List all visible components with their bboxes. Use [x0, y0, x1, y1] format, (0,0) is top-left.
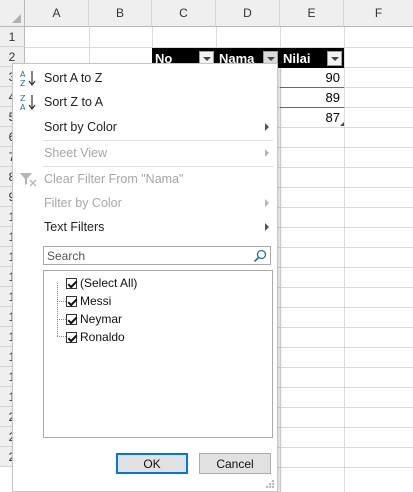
- select-all-corner[interactable]: [0, 0, 25, 27]
- column-header-c[interactable]: C: [152, 0, 216, 27]
- spreadsheet: A B C D E F 1 2 3 4 5 6 7 8 9 1 1 1 1 1 …: [0, 0, 413, 492]
- chevron-down-icon: [202, 56, 211, 61]
- search-placeholder: Search: [47, 248, 86, 263]
- sheet-view-label: Sheet View: [44, 146, 108, 160]
- menu-item-clear-filter: Clear Filter From "Nama": [13, 167, 277, 191]
- cancel-button[interactable]: Cancel: [199, 453, 271, 474]
- checkbox[interactable]: [66, 295, 77, 307]
- list-item[interactable]: Ronaldo: [66, 328, 125, 346]
- grid-line: [344, 27, 345, 492]
- chevron-right-icon: [265, 223, 269, 231]
- list-item-label: Neymar: [80, 312, 123, 326]
- svg-text:Z: Z: [20, 79, 26, 87]
- tree-line: [57, 319, 66, 320]
- menu-item-sort-z-to-a[interactable]: Z A Sort Z to A: [13, 90, 277, 114]
- ok-button[interactable]: OK: [116, 453, 188, 474]
- column-header-e[interactable]: E: [280, 0, 344, 27]
- svg-text:A: A: [20, 103, 26, 111]
- tree-line: [57, 283, 58, 336]
- row-header[interactable]: 1: [0, 27, 25, 47]
- clear-filter-icon: [20, 173, 37, 187]
- chevron-right-icon: [265, 199, 269, 207]
- select-all-triangle-icon: [12, 14, 21, 23]
- list-item-label: (Select All): [80, 276, 138, 290]
- table-header-nilai[interactable]: Nilai: [280, 48, 344, 68]
- list-item[interactable]: Neymar: [66, 310, 122, 328]
- checkbox[interactable]: [66, 277, 77, 289]
- resize-grip-icon[interactable]: [265, 479, 275, 489]
- column-header-b[interactable]: B: [89, 0, 152, 27]
- sort-descending-icon: Z A: [20, 94, 36, 111]
- search-icon: [253, 249, 267, 263]
- column-header-a[interactable]: A: [25, 0, 89, 27]
- table-cell[interactable]: 90: [280, 68, 344, 88]
- sort-ascending-icon: A Z: [20, 70, 36, 87]
- filter-by-color-label: Filter by Color: [44, 196, 122, 210]
- tree-line: [57, 336, 66, 337]
- checkbox[interactable]: [66, 313, 77, 325]
- checkbox[interactable]: [66, 331, 77, 343]
- svg-text:A: A: [20, 70, 26, 79]
- table-resize-handle-icon[interactable]: [340, 122, 344, 126]
- menu-item-sort-a-to-z[interactable]: A Z Sort A to Z: [13, 66, 277, 90]
- tree-line: [57, 301, 66, 302]
- list-item-select-all[interactable]: (Select All): [66, 274, 137, 292]
- chevron-down-icon: [330, 56, 339, 61]
- menu-item-sort-by-color[interactable]: Sort by Color: [13, 115, 277, 139]
- sort-a-to-z-label: Sort A to Z: [44, 71, 103, 85]
- search-input[interactable]: Search: [43, 246, 271, 265]
- table-cell[interactable]: 89: [280, 88, 344, 108]
- sort-by-color-label: Sort by Color: [44, 120, 117, 134]
- chevron-down-icon: [266, 56, 275, 61]
- column-header-f[interactable]: F: [344, 0, 413, 27]
- menu-item-text-filters[interactable]: Text Filters: [13, 215, 277, 239]
- list-item-label: Messi: [80, 294, 112, 308]
- svg-text:Z: Z: [20, 94, 26, 103]
- table-header-label: Nilai: [283, 50, 311, 66]
- column-header-d[interactable]: D: [216, 0, 280, 27]
- autofilter-menu: A Z Sort A to Z Z A Sort Z to A Sort by …: [12, 63, 278, 492]
- menu-item-sheet-view: Sheet View: [13, 141, 277, 165]
- list-item[interactable]: Messi: [66, 292, 111, 310]
- text-filters-label: Text Filters: [44, 220, 105, 234]
- chevron-right-icon: [265, 149, 269, 157]
- filter-dropdown-button[interactable]: [327, 51, 342, 66]
- filter-value-list[interactable]: (Select All) Messi Neymar Ronaldo: [43, 270, 273, 438]
- sort-z-to-a-label: Sort Z to A: [44, 95, 104, 109]
- list-item-label: Ronaldo: [80, 330, 125, 344]
- chevron-right-icon: [265, 123, 269, 131]
- table-cell[interactable]: 87: [280, 108, 344, 128]
- menu-item-filter-by-color: Filter by Color: [13, 191, 277, 215]
- clear-filter-label: Clear Filter From "Nama": [44, 172, 184, 186]
